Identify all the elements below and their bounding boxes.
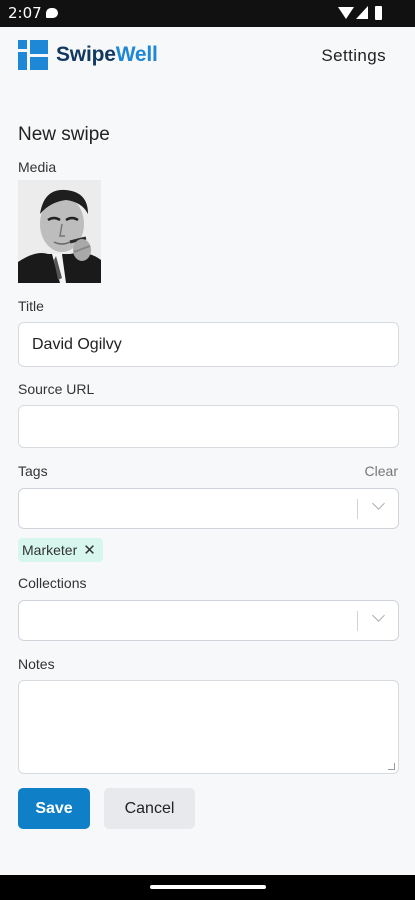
source-url-input[interactable] — [18, 405, 399, 448]
chevron-down-icon[interactable] — [372, 497, 385, 510]
wifi-icon — [338, 7, 354, 19]
select-separator — [357, 499, 358, 519]
brand-name-suffix: Well — [115, 43, 158, 66]
tag-chip-label: Marketer — [22, 542, 78, 558]
cancel-button[interactable]: Cancel — [104, 788, 195, 829]
collections-select[interactable] — [18, 600, 399, 641]
chevron-down-icon[interactable] — [372, 609, 385, 622]
remove-tag-icon[interactable]: ✕ — [83, 543, 96, 558]
notes-label: Notes — [18, 656, 55, 672]
media-thumbnail[interactable] — [18, 180, 101, 283]
brand-name[interactable]: SwipeWell — [56, 43, 158, 67]
logo-icon — [18, 40, 48, 70]
source-url-label: Source URL — [18, 381, 95, 397]
title-input[interactable]: David Ogilvy — [18, 322, 399, 367]
media-label: Media — [18, 159, 57, 175]
system-nav-bar — [0, 875, 415, 900]
settings-link[interactable]: Settings — [321, 46, 386, 66]
title-label: Title — [18, 298, 44, 314]
notes-textarea[interactable] — [18, 680, 399, 774]
tags-select[interactable] — [18, 488, 399, 529]
title-input-value: David Ogilvy — [32, 336, 122, 353]
brand-name-prefix: Swipe — [56, 43, 116, 66]
signal-icon — [356, 6, 368, 19]
tag-chip: Marketer ✕ — [18, 538, 103, 562]
app-header: SwipeWell Settings — [0, 27, 415, 83]
tags-label: Tags — [18, 463, 48, 479]
save-button[interactable]: Save — [18, 788, 90, 829]
resize-handle-icon[interactable] — [388, 763, 395, 770]
portrait-image — [18, 180, 101, 283]
status-bar: 2:07 — [0, 0, 415, 27]
home-gesture-handle[interactable] — [150, 885, 266, 889]
page-title: New swipe — [18, 124, 110, 145]
message-notification-icon — [46, 8, 58, 18]
collections-label: Collections — [18, 575, 87, 591]
tags-clear-button[interactable]: Clear — [365, 463, 398, 479]
status-time: 2:07 — [8, 4, 42, 22]
select-separator — [357, 611, 358, 631]
battery-icon — [375, 6, 382, 20]
